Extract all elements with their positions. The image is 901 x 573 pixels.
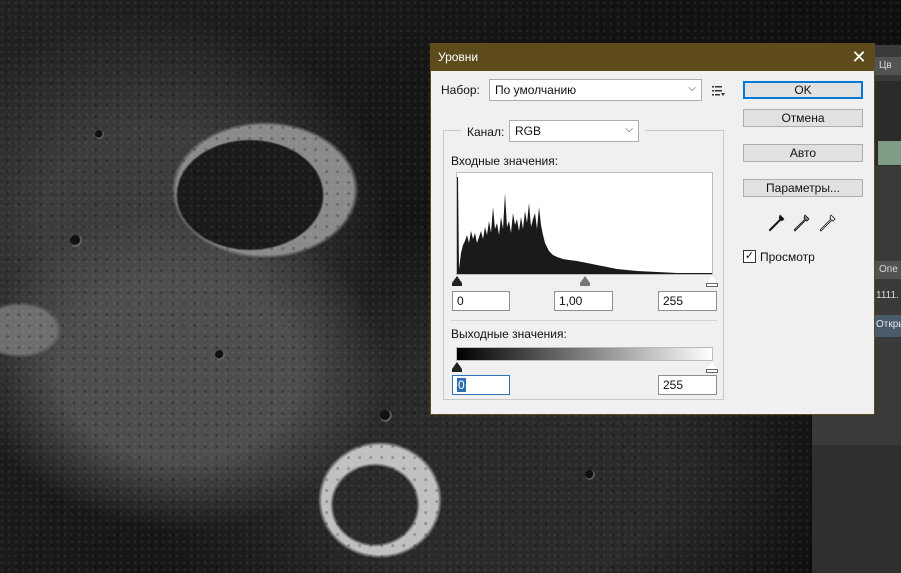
channel-value: RGB — [515, 124, 542, 138]
input-gamma-slider[interactable] — [580, 276, 590, 286]
input-white-slider[interactable] — [706, 275, 718, 287]
output-black-slider[interactable] — [452, 362, 462, 372]
output-gradient-bar — [456, 347, 713, 361]
crater — [95, 130, 104, 139]
group-divider — [451, 320, 717, 321]
input-levels-label: Входные значения: — [451, 154, 559, 168]
auto-button[interactable]: Авто — [743, 144, 863, 162]
panel-tab-color[interactable]: Цв — [874, 57, 901, 75]
preview-checkbox[interactable]: ✓ — [743, 250, 756, 263]
panel-file-name[interactable]: 1111. — [874, 288, 901, 306]
levels-dialog: Уровни ✕ Набор: По умолчанию ⌵ Канал: RG… — [430, 43, 875, 415]
close-icon[interactable]: ✕ — [844, 44, 874, 71]
dialog-titlebar[interactable]: Уровни ✕ — [431, 44, 874, 71]
channel-label: Канал: — [467, 125, 505, 139]
cancel-button[interactable]: Отмена — [743, 109, 863, 127]
input-white-field[interactable]: 255 — [658, 291, 717, 311]
panel-open-button[interactable]: Откры — [874, 315, 901, 337]
crater — [70, 235, 82, 247]
preset-label: Набор: — [441, 83, 480, 97]
black-eyedropper-icon[interactable] — [769, 214, 785, 232]
channel-select[interactable]: RGB ⌵ — [509, 120, 639, 142]
input-gamma-field[interactable]: 1,00 — [554, 291, 613, 311]
output-black-field[interactable]: 0 — [452, 375, 510, 395]
dialog-title: Уровни — [438, 50, 479, 64]
ok-button[interactable]: OK — [743, 81, 863, 99]
chevron-down-icon: ⌵ — [625, 124, 633, 135]
input-black-field[interactable]: 0 — [452, 291, 510, 311]
menu-icon[interactable] — [712, 84, 726, 98]
gray-eyedropper-icon[interactable] — [794, 214, 810, 232]
chevron-down-icon: ⌵ — [688, 83, 696, 94]
panel-bottom-area — [812, 445, 901, 573]
preset-value: По умолчанию — [495, 83, 577, 97]
output-white-slider[interactable] — [706, 361, 718, 373]
panel-histogram-bars — [878, 125, 901, 165]
crater — [380, 410, 392, 422]
preset-select[interactable]: По умолчанию ⌵ — [489, 79, 702, 101]
crater — [585, 470, 595, 480]
histogram-graph — [457, 177, 712, 274]
preview-label[interactable]: Просмотр — [760, 250, 815, 264]
panel-tab-operations[interactable]: Опе — [874, 261, 901, 279]
output-white-field[interactable]: 255 — [658, 375, 717, 395]
options-button[interactable]: Параметры... — [743, 179, 863, 197]
input-black-slider[interactable] — [452, 276, 462, 286]
histogram-shape — [457, 177, 712, 274]
white-eyedropper-icon[interactable] — [820, 214, 836, 232]
output-black-value: 0 — [457, 378, 466, 392]
histogram — [456, 172, 713, 275]
crater — [215, 350, 225, 360]
output-levels-label: Выходные значения: — [451, 327, 567, 341]
